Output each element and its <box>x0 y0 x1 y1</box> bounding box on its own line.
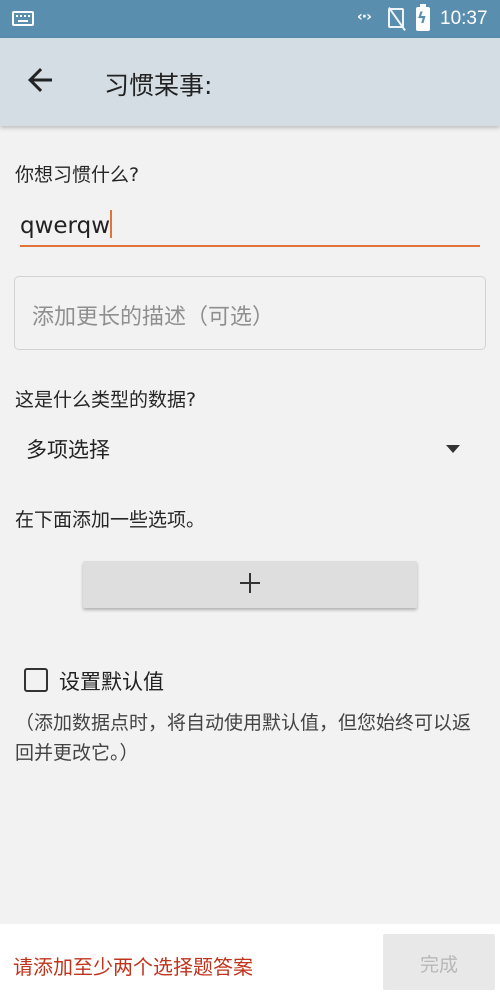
name-question-label: 你想习惯什么? <box>15 164 140 186</box>
validation-error-message: 请添加至少两个选择题答案 <box>13 955 253 979</box>
description-placeholder: 添加更长的描述（可选） <box>32 305 275 330</box>
habit-name-value: qwerqw <box>20 210 113 239</box>
options-prompt-label: 在下面添加一些选项。 <box>15 509 206 531</box>
app-bar: 习惯某事: <box>0 38 500 126</box>
sync-icon: ‹·› <box>357 9 372 25</box>
default-value-hint: （添加数据点时，将自动使用默认值，但您始终可以返回并更改它。） <box>15 712 472 764</box>
default-value-checkbox-row[interactable]: 设置默认值 <box>22 664 322 698</box>
page-title: 习惯某事: <box>104 71 213 100</box>
plus-icon <box>240 573 260 593</box>
done-button[interactable]: 完成 <box>383 934 495 990</box>
bottom-bar: 请添加至少两个选择题答案 完成 <box>0 924 500 1000</box>
keyboard-icon <box>12 11 34 26</box>
no-signal-icon <box>388 8 404 28</box>
text-caret <box>110 210 113 238</box>
description-input[interactable]: 添加更长的描述（可选） <box>14 276 486 350</box>
status-time: 10:37 <box>440 8 488 29</box>
default-value-checkbox[interactable] <box>24 668 48 692</box>
arrow-left-icon[interactable] <box>22 62 58 98</box>
data-type-value: 多项选择 <box>26 438 110 462</box>
type-question-label: 这是什么类型的数据? <box>15 389 197 411</box>
habit-name-text: qwerqw <box>20 213 111 239</box>
done-button-label: 完成 <box>419 954 458 976</box>
status-bar: ‹·› 10:37 <box>0 0 500 38</box>
battery-charging-icon <box>416 4 430 31</box>
data-type-dropdown[interactable]: 多项选择 <box>14 425 486 473</box>
default-value-label: 设置默认值 <box>59 670 164 694</box>
dropdown-arrow-icon <box>446 445 460 453</box>
add-option-button[interactable] <box>83 561 417 608</box>
